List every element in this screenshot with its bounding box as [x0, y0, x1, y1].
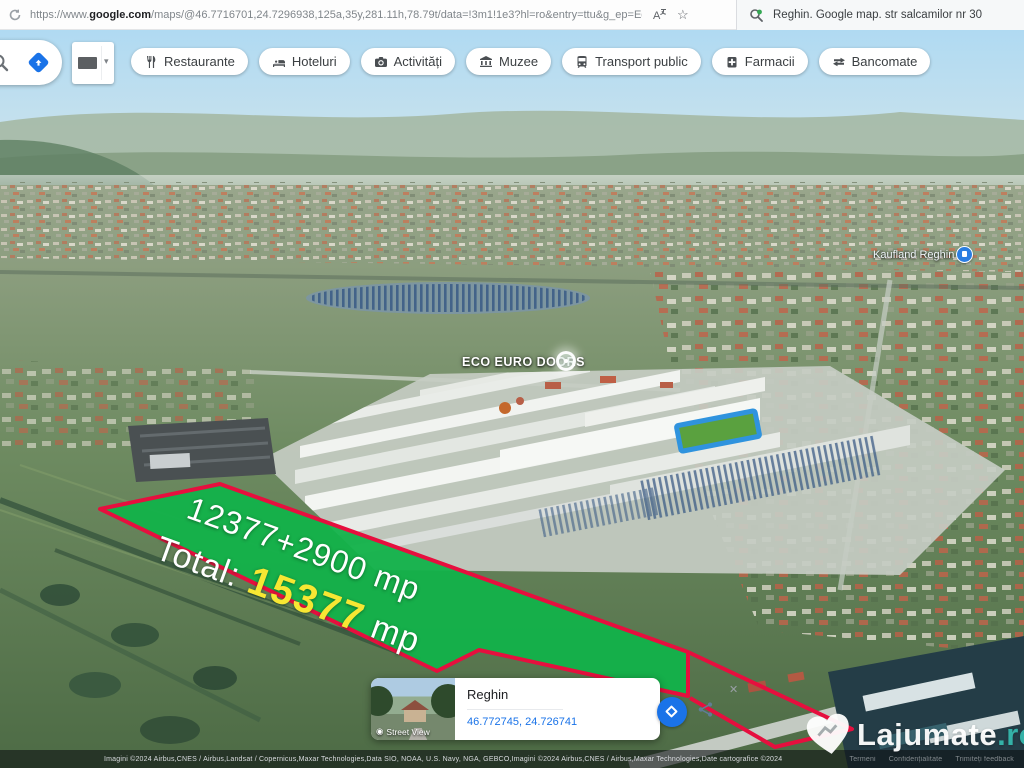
bookmark-star-icon[interactable]: ☆ — [677, 8, 689, 21]
footer-link-feedback[interactable]: Trimiteți feedback — [955, 756, 1014, 763]
footer-link-privacy[interactable]: Confidențialitate — [889, 756, 943, 763]
kaufland-pin-icon[interactable] — [956, 246, 973, 263]
street-view-thumbnail[interactable]: ◉ Street View — [371, 678, 455, 740]
search-pill[interactable] — [0, 40, 62, 85]
map-canvas[interactable] — [0, 30, 1024, 768]
bus-icon — [577, 55, 587, 68]
hotel-icon — [272, 58, 285, 67]
satellite-imagery — [0, 30, 1024, 768]
chip-activitati[interactable]: Activități — [360, 48, 456, 75]
lajumate-heart-logo — [806, 713, 849, 754]
lajumate-watermark: Lajumate.ro — [806, 713, 1024, 756]
chip-muzee[interactable]: Muzee — [466, 48, 552, 75]
museum-icon — [480, 55, 493, 67]
layer-swatch-icon — [78, 57, 97, 69]
chip-farmacii[interactable]: Farmacii — [711, 48, 808, 75]
tab-search-icon — [750, 8, 763, 22]
close-icon[interactable]: ✕ — [729, 683, 738, 696]
camera-icon — [374, 56, 387, 67]
translate-icon[interactable]: A — [652, 7, 667, 22]
browser-address-bar[interactable]: https://www.google.com/maps/@46.7716701,… — [0, 0, 1024, 30]
chevron-down-icon[interactable]: ▾ — [104, 56, 109, 67]
share-button[interactable] — [697, 701, 714, 718]
browser-tab[interactable]: Reghin. Google map. str salcamilor nr 30 — [736, 0, 1024, 30]
svg-text:A: A — [653, 10, 661, 22]
street-view-eye-icon: ◉ — [376, 726, 384, 736]
chip-hoteluri[interactable]: Hoteluri — [258, 48, 350, 75]
directions-button[interactable] — [26, 50, 51, 75]
watermark-brand: Lajumate — [857, 717, 998, 752]
search-icon — [0, 54, 9, 72]
url-text[interactable]: https://www.google.com/maps/@46.7716701,… — [30, 9, 642, 21]
place-title: Reghin — [467, 687, 509, 702]
watermark-tld: .ro — [997, 717, 1024, 752]
tab-title: Reghin. Google map. str salcamilor nr 30 — [773, 9, 983, 21]
chip-bancomate[interactable]: Bancomate — [818, 48, 931, 75]
attribution-text: Imagini ©2024 Airbus,CNES / Airbus,Lands… — [104, 755, 783, 763]
street-view-label: Street View — [386, 726, 430, 737]
category-chips: Restaurante Hoteluri Activități Muzee Tr… — [131, 48, 931, 75]
place-info-card: ◉ Street View Reghin 46.772745, 24.72674… — [371, 678, 738, 740]
card-directions-button[interactable] — [657, 697, 687, 727]
page-info-icon[interactable] — [8, 8, 22, 22]
chip-restaurante[interactable]: Restaurante — [131, 48, 248, 75]
footer-link-terms[interactable]: Termeni — [850, 756, 876, 763]
place-coordinates-link[interactable]: 46.772745, 24.726741 — [467, 716, 660, 728]
eco-euro-doors-pin-icon[interactable] — [556, 351, 576, 371]
atm-icon — [832, 57, 845, 66]
poi-label-kaufland[interactable]: Kaufland Reghin — [873, 249, 954, 261]
diamond-icon — [664, 704, 678, 718]
layer-toggle-button[interactable]: ▾ — [72, 42, 114, 84]
restaurant-icon — [147, 55, 156, 68]
chip-transport-public[interactable]: Transport public — [562, 48, 701, 75]
screenshot-root: 12377+2900 mp Total: 15377 mp ECO EURO D… — [0, 0, 1024, 768]
pharmacy-icon — [727, 56, 737, 67]
